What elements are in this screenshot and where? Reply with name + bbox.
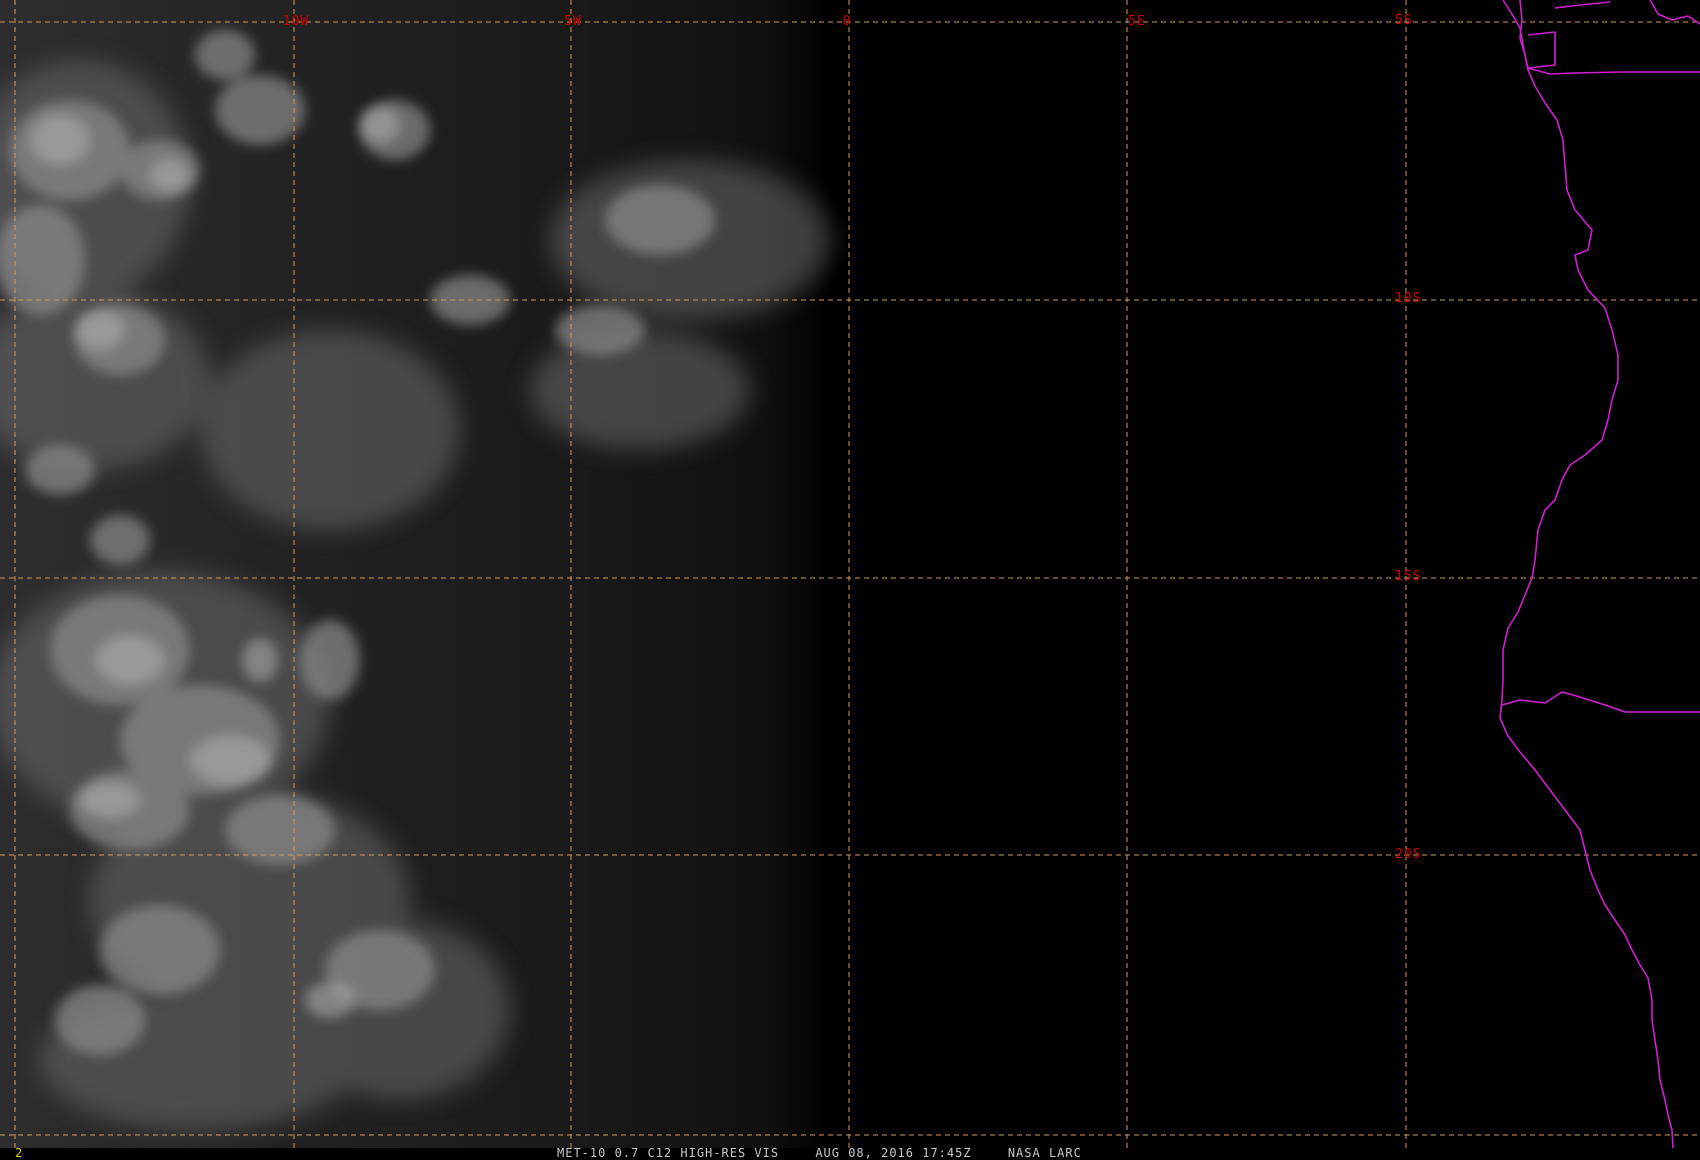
image-caption: MET-10 0.7 C12 HIGH-RES VIS AUG 08, 2016… bbox=[557, 1146, 1110, 1160]
lon-label-5w: 5W bbox=[564, 14, 582, 29]
lat-label-15s: 15S bbox=[1395, 569, 1422, 584]
image-caption-bar: 2 MET-10 0.7 C12 HIGH-RES VIS AUG 08, 20… bbox=[0, 1146, 1700, 1160]
lon-label-0: 0 bbox=[842, 14, 852, 29]
lon-label-10w: 10W bbox=[282, 14, 310, 29]
frame-number: 2 bbox=[15, 1146, 23, 1160]
image-datetime: AUG 08, 2016 17:45Z bbox=[815, 1146, 972, 1160]
satellite-image bbox=[0, 0, 1700, 1148]
lat-label-20s: 20S bbox=[1395, 847, 1422, 862]
lat-label-5s: 5S bbox=[1395, 13, 1413, 28]
satellite-viewer: 10W 5W 0 5E 5S 10S 15S 20S 2 MET-10 0.7 … bbox=[0, 0, 1700, 1160]
lon-label-5e: 5E bbox=[1128, 14, 1146, 29]
product-name: MET-10 0.7 C12 HIGH-RES VIS bbox=[557, 1146, 780, 1160]
data-source: NASA LARC bbox=[1007, 1146, 1082, 1160]
lat-label-10s: 10S bbox=[1395, 291, 1422, 306]
